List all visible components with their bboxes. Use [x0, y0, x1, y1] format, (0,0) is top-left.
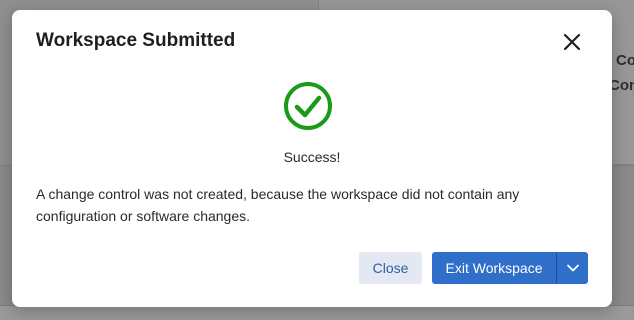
success-status-text: Success! — [283, 149, 341, 165]
close-button[interactable]: Close — [359, 252, 422, 284]
close-icon[interactable] — [560, 30, 584, 54]
dialog-title: Workspace Submitted — [36, 30, 236, 51]
exit-workspace-split-button: Exit Workspace — [432, 252, 588, 284]
chevron-down-icon[interactable] — [557, 252, 588, 284]
background-panel — [0, 305, 634, 320]
check-circle-icon — [283, 81, 333, 131]
exit-workspace-button[interactable]: Exit Workspace — [432, 252, 556, 284]
background-card-text: Co — [616, 52, 634, 69]
background-status-icon — [345, 0, 435, 10]
background-card-text: Con — [609, 77, 634, 94]
dialog-message: A change control was not created, becaus… — [36, 186, 520, 224]
workspace-submitted-dialog: Workspace Submitted Success! A change co… — [12, 10, 612, 307]
